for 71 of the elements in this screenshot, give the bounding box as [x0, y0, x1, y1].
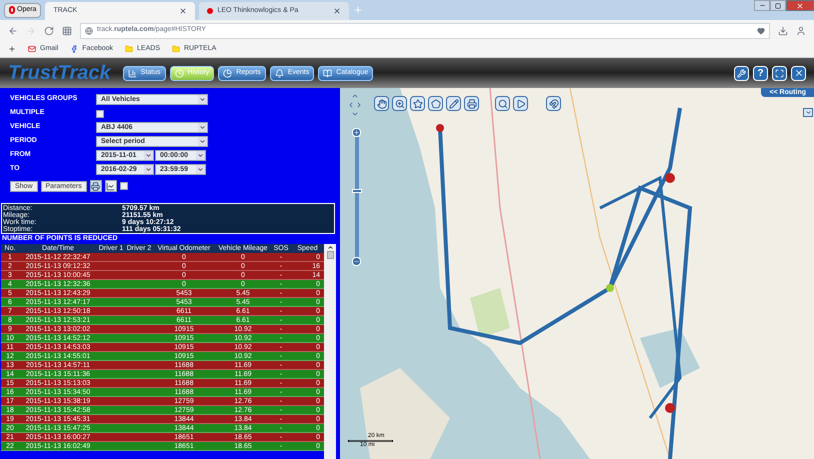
caret-icon [804, 109, 812, 116]
star-button[interactable] [410, 96, 425, 111]
star-icon [412, 98, 422, 108]
close-tab-icon[interactable] [179, 7, 188, 15]
fullscreen-icon [775, 68, 784, 78]
pencil-button[interactable] [446, 96, 461, 111]
minimize-icon [758, 2, 766, 9]
printer-icon [466, 98, 476, 108]
checkbox[interactable] [120, 182, 128, 190]
zoom-in-button[interactable] [392, 96, 407, 111]
scrollbar[interactable] [324, 244, 336, 459]
checkbox[interactable] [96, 110, 104, 118]
mail-icon [28, 45, 36, 53]
maximize-button[interactable] [770, 0, 786, 11]
close-button[interactable] [791, 66, 806, 80]
user-icon[interactable] [796, 26, 806, 36]
bell-icon [274, 68, 284, 78]
pan-right-icon[interactable] [355, 101, 363, 109]
opera-logo-icon [9, 6, 15, 14]
magnet-icon [548, 98, 558, 108]
logo: TrustTrack [8, 63, 111, 83]
chart-button[interactable] [104, 180, 117, 192]
fullscreen-button[interactable] [772, 66, 787, 80]
close-icon [794, 68, 804, 78]
pentagon-button[interactable] [428, 96, 443, 111]
settings-button[interactable] [734, 66, 749, 80]
help-button[interactable]: ? [753, 66, 768, 80]
zoom-in-icon [394, 98, 404, 108]
hand-button[interactable] [374, 96, 389, 111]
line-chart-icon [106, 182, 116, 190]
zoom-slider-thumb[interactable] [352, 189, 362, 194]
search-button[interactable] [495, 96, 510, 111]
site-icon [207, 8, 214, 14]
folder-icon [172, 45, 180, 53]
bar-chart-icon [128, 68, 137, 78]
heart-icon[interactable] [757, 26, 765, 34]
pencil-icon [448, 98, 458, 108]
printer-button[interactable] [464, 96, 479, 111]
zoom-out-button[interactable] [352, 257, 361, 266]
pie-chart-icon [223, 68, 232, 78]
scroll-thumb[interactable] [326, 251, 334, 259]
folder-icon [125, 45, 134, 53]
close-icon [796, 2, 804, 10]
pan-left-icon[interactable] [347, 101, 355, 109]
wrench-icon [737, 68, 746, 78]
close-tab-icon[interactable] [333, 7, 342, 15]
maximize-icon [775, 2, 781, 8]
reload-icon[interactable] [44, 26, 54, 36]
minimize-button[interactable] [754, 0, 770, 11]
play-button[interactable] [513, 96, 528, 111]
download-icon[interactable] [778, 26, 788, 36]
book-icon [323, 68, 332, 78]
search-icon [498, 98, 508, 108]
back-icon[interactable] [8, 26, 18, 36]
facebook-icon [70, 45, 78, 53]
magnet-button[interactable] [546, 96, 561, 111]
pan-up-icon[interactable] [351, 92, 359, 100]
play-icon [516, 98, 526, 108]
hand-icon [376, 98, 386, 108]
layers-dropdown-button[interactable] [803, 108, 813, 117]
plus-icon [353, 129, 360, 136]
clock-icon [174, 68, 184, 78]
add-bookmark-icon[interactable] [8, 45, 16, 53]
globe-icon [85, 26, 93, 34]
scale-bar [348, 440, 393, 442]
print-button[interactable] [90, 180, 102, 192]
printer-icon [91, 182, 100, 190]
minus-icon [353, 258, 360, 265]
scroll-up-icon[interactable] [326, 244, 334, 251]
pentagon-icon [430, 98, 440, 108]
pan-down-icon[interactable] [351, 110, 359, 118]
